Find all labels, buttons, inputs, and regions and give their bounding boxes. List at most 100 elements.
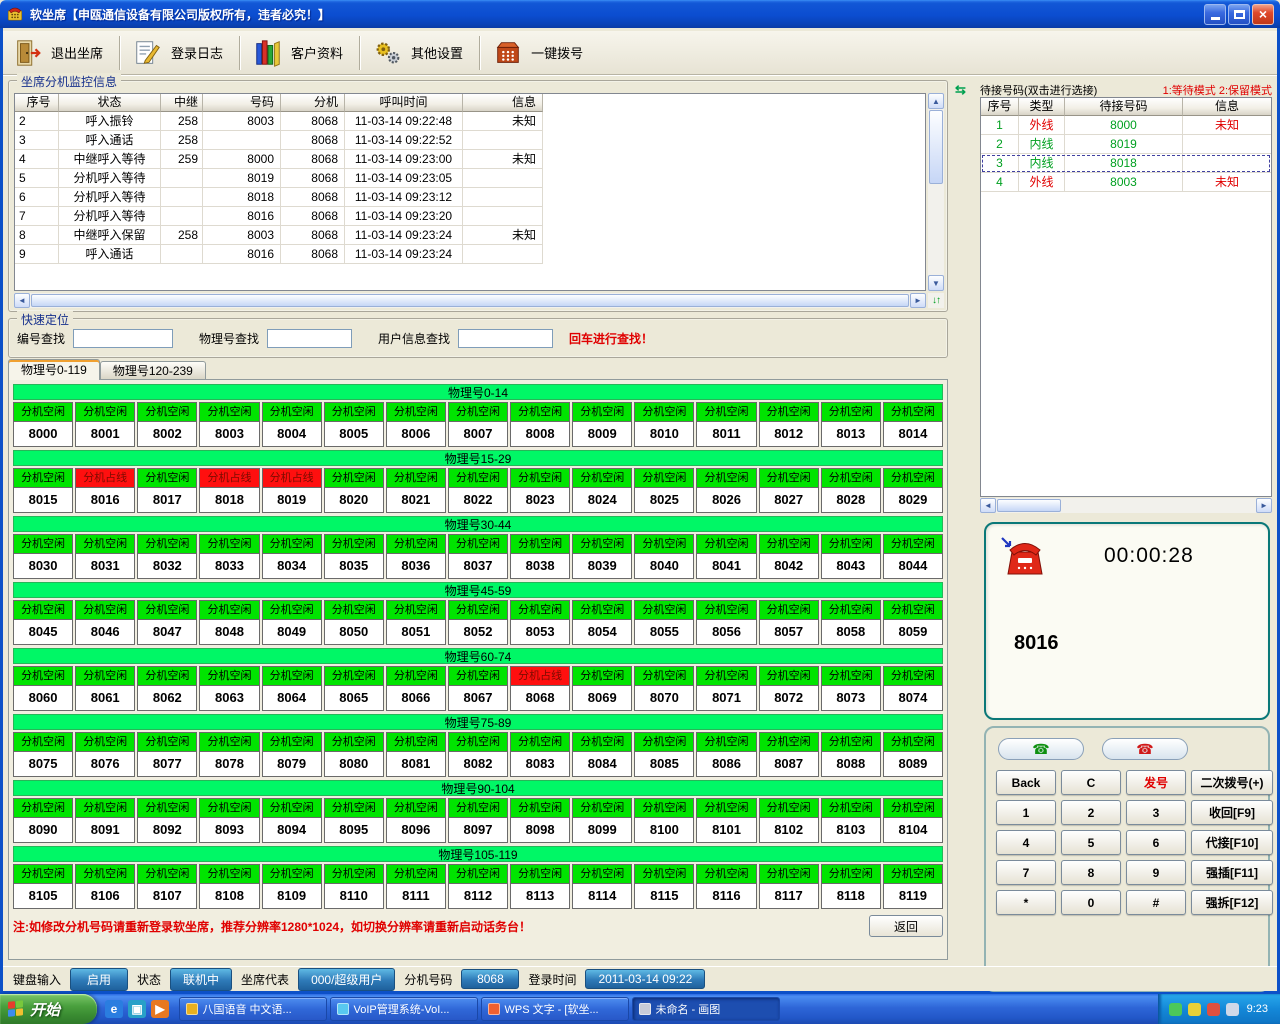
extension-cell[interactable]: 分机空闲8013 (821, 402, 881, 447)
extension-cell[interactable]: 分机空闲8086 (696, 732, 756, 777)
dialpad-key[interactable]: 7 (996, 860, 1056, 885)
extension-cell[interactable]: 分机空闲8071 (696, 666, 756, 711)
scroll-down-icon[interactable]: ▼ (928, 275, 944, 291)
extension-cell[interactable]: 分机空闲8069 (572, 666, 632, 711)
extension-cell[interactable]: 分机空闲8093 (199, 798, 259, 843)
extension-cell[interactable]: 分机空闲8029 (883, 468, 943, 513)
number-search-input[interactable] (73, 329, 173, 348)
extension-cell[interactable]: 分机空闲8025 (634, 468, 694, 513)
extension-cell[interactable]: 分机空闲8007 (448, 402, 508, 447)
show-desktop-icon[interactable]: ▣ (128, 1000, 146, 1018)
extension-cell[interactable]: 分机空闲8049 (262, 600, 322, 645)
monitor-column-header[interactable]: 序号 (15, 94, 59, 112)
monitor-table-row[interactable]: 7分机呼入等待8016806811-03-14 09:23:20 (15, 207, 925, 226)
scroll-up-icon[interactable]: ▲ (928, 93, 944, 109)
extension-cell[interactable]: 分机空闲8027 (759, 468, 819, 513)
extension-cell[interactable]: 分机空闲8004 (262, 402, 322, 447)
extension-cell[interactable]: 分机空闲8006 (386, 402, 446, 447)
extension-cell[interactable]: 分机空闲8099 (572, 798, 632, 843)
pending-row[interactable]: 3内线8018 (981, 154, 1271, 173)
extension-cell[interactable]: 分机空闲8045 (13, 600, 73, 645)
extension-cell[interactable]: 分机空闲8061 (75, 666, 135, 711)
extension-cell[interactable]: 分机空闲8112 (448, 864, 508, 909)
close-button[interactable]: × (1252, 4, 1274, 25)
extension-cell[interactable]: 分机空闲8039 (572, 534, 632, 579)
dialpad-key[interactable]: # (1126, 890, 1186, 915)
extension-cell[interactable]: 分机空闲8059 (883, 600, 943, 645)
extension-cell[interactable]: 分机空闲8003 (199, 402, 259, 447)
dialpad-key[interactable]: * (996, 890, 1056, 915)
extension-cell[interactable]: 分机空闲8102 (759, 798, 819, 843)
extension-cell[interactable]: 分机空闲8087 (759, 732, 819, 777)
dialpad-key[interactable]: 8 (1061, 860, 1121, 885)
extension-cell[interactable]: 分机空闲8015 (13, 468, 73, 513)
dialpad-key[interactable]: 5 (1061, 830, 1121, 855)
physical-search-input[interactable] (267, 329, 352, 348)
extension-cell[interactable]: 分机空闲8081 (386, 732, 446, 777)
extension-cell[interactable]: 分机空闲8094 (262, 798, 322, 843)
other-settings-button[interactable]: 其他设置 (363, 34, 477, 72)
scroll-thumb[interactable] (997, 499, 1061, 512)
extension-cell[interactable]: 分机空闲8070 (634, 666, 694, 711)
tab-physical-120-239[interactable]: 物理号120-239 (100, 361, 206, 380)
monitor-table-row[interactable]: 9呼入通话8016806811-03-14 09:23:24 (15, 245, 925, 264)
extension-cell[interactable]: 分机空闲8054 (572, 600, 632, 645)
monitor-table-row[interactable]: 4中继呼入等待2598000806811-03-14 09:23:00未知 (15, 150, 925, 169)
status-value[interactable]: 000/超级用户 (298, 968, 395, 991)
extension-cell[interactable]: 分机空闲8023 (510, 468, 570, 513)
extension-cell[interactable]: 分机空闲8117 (759, 864, 819, 909)
minimize-button[interactable] (1204, 4, 1226, 25)
extension-cell[interactable]: 分机空闲8083 (510, 732, 570, 777)
extension-cell[interactable]: 分机空闲8048 (199, 600, 259, 645)
pending-column-header[interactable]: 序号 (981, 98, 1019, 116)
dialpad-key[interactable]: 代接[F10] (1191, 830, 1273, 855)
extension-cell[interactable]: 分机空闲8057 (759, 600, 819, 645)
scroll-left-icon[interactable]: ◄ (14, 293, 30, 308)
extension-cell[interactable]: 分机空闲8107 (137, 864, 197, 909)
extension-cell[interactable]: 分机空闲8098 (510, 798, 570, 843)
extension-cell[interactable]: 分机空闲8030 (13, 534, 73, 579)
extension-cell[interactable]: 分机空闲8100 (634, 798, 694, 843)
monitor-column-header[interactable]: 分机 (281, 94, 345, 112)
dialpad-key[interactable]: 强插[F11] (1191, 860, 1273, 885)
network-tray-icon[interactable] (1226, 1003, 1239, 1016)
dialpad-key[interactable]: 2 (1061, 800, 1121, 825)
answer-button[interactable]: ☎ (998, 738, 1084, 760)
dialpad-key[interactable]: 二次拨号(+) (1191, 770, 1273, 795)
scroll-thumb[interactable] (31, 294, 909, 307)
extension-cell[interactable]: 分机空闲8115 (634, 864, 694, 909)
monitor-column-header[interactable]: 号码 (203, 94, 281, 112)
monitor-table-row[interactable]: 6分机呼入等待8018806811-03-14 09:23:12 (15, 188, 925, 207)
monitor-vertical-scrollbar[interactable]: ▲ ▼ (928, 93, 944, 291)
extension-cell[interactable]: 分机空闲8060 (13, 666, 73, 711)
voip-tray-icon[interactable] (1207, 1003, 1220, 1016)
extension-cell[interactable]: 分机空闲8096 (386, 798, 446, 843)
extension-cell[interactable]: 分机空闲8074 (883, 666, 943, 711)
extension-cell[interactable]: 分机空闲8104 (883, 798, 943, 843)
extension-cell[interactable]: 分机空闲8009 (572, 402, 632, 447)
monitor-column-header[interactable]: 信息 (463, 94, 543, 112)
extension-cell[interactable]: 分机空闲8105 (13, 864, 73, 909)
monitor-column-header[interactable]: 状态 (59, 94, 161, 112)
extension-cell[interactable]: 分机空闲8062 (137, 666, 197, 711)
one-key-dial-button[interactable]: 一键拨号 (483, 34, 597, 72)
dialpad-key[interactable]: 1 (996, 800, 1056, 825)
extension-cell[interactable]: 分机空闲8044 (883, 534, 943, 579)
extension-cell[interactable]: 分机占线8068 (510, 666, 570, 711)
dialpad-key[interactable]: Back (996, 770, 1056, 795)
extension-cell[interactable]: 分机空闲8116 (696, 864, 756, 909)
extension-cell[interactable]: 分机空闲8091 (75, 798, 135, 843)
pending-column-header[interactable]: 待接号码 (1065, 98, 1183, 116)
monitor-table-row[interactable]: 5分机呼入等待8019806811-03-14 09:23:05 (15, 169, 925, 188)
extension-cell[interactable]: 分机空闲8036 (386, 534, 446, 579)
status-value[interactable]: 启用 (70, 968, 128, 991)
dialpad-key[interactable]: 0 (1061, 890, 1121, 915)
extension-cell[interactable]: 分机空闲8073 (821, 666, 881, 711)
taskbar-task[interactable]: WPS 文字 - [软坐... (481, 997, 629, 1021)
extension-cell[interactable]: 分机空闲8078 (199, 732, 259, 777)
extension-cell[interactable]: 分机空闲8090 (13, 798, 73, 843)
extension-cell[interactable]: 分机占线8019 (262, 468, 322, 513)
extension-cell[interactable]: 分机空闲8110 (324, 864, 384, 909)
extension-cell[interactable]: 分机空闲8001 (75, 402, 135, 447)
extension-cell[interactable]: 分机空闲8008 (510, 402, 570, 447)
